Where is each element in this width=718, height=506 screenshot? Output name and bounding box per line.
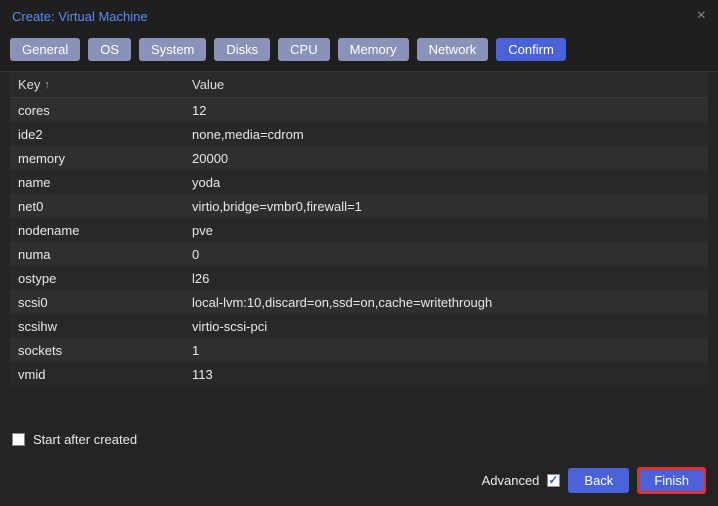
tab-cpu[interactable]: CPU — [278, 38, 329, 61]
row-key: memory — [10, 151, 184, 166]
tab-disks[interactable]: Disks — [214, 38, 270, 61]
tab-network[interactable]: Network — [417, 38, 489, 61]
table-row[interactable]: net0virtio,bridge=vmbr0,firewall=1 — [10, 194, 708, 218]
table-header[interactable]: Key ↑ Value — [10, 72, 708, 98]
row-value: local-lvm:10,discard=on,ssd=on,cache=wri… — [184, 295, 492, 310]
row-value: 12 — [184, 103, 206, 118]
tab-confirm[interactable]: Confirm — [496, 38, 566, 61]
tab-os[interactable]: OS — [88, 38, 131, 61]
summary-table: Key ↑ Value cores12ide2none,media=cdromm… — [0, 72, 718, 386]
advanced-label: Advanced — [482, 473, 540, 488]
titlebar: Create: Virtual Machine × — [0, 0, 718, 30]
table-body: cores12ide2none,media=cdrommemory20000na… — [10, 98, 708, 386]
table-row[interactable]: cores12 — [10, 98, 708, 122]
sort-asc-icon: ↑ — [44, 79, 50, 91]
col-value[interactable]: Value — [184, 77, 224, 92]
row-key: scsihw — [10, 319, 184, 334]
row-value: yoda — [184, 175, 220, 190]
table-row[interactable]: vmid113 — [10, 362, 708, 386]
table-row[interactable]: ide2none,media=cdrom — [10, 122, 708, 146]
table-row[interactable]: memory20000 — [10, 146, 708, 170]
row-key: net0 — [10, 199, 184, 214]
tab-system[interactable]: System — [139, 38, 206, 61]
start-after-row: Start after created — [0, 422, 718, 457]
start-after-checkbox[interactable] — [12, 433, 25, 446]
create-vm-dialog: Create: Virtual Machine × General OS Syste… — [0, 0, 718, 506]
row-key: ide2 — [10, 127, 184, 142]
row-key: sockets — [10, 343, 184, 358]
tab-memory[interactable]: Memory — [338, 38, 409, 61]
close-icon[interactable]: × — [697, 8, 706, 24]
row-value: virtio-scsi-pci — [184, 319, 267, 334]
table-row[interactable]: sockets1 — [10, 338, 708, 362]
advanced-checkbox[interactable] — [547, 474, 560, 487]
table-row[interactable]: ostypel26 — [10, 266, 708, 290]
wizard-tabs: General OS System Disks CPU Memory Network Conf… — [0, 30, 718, 72]
row-value: 113 — [184, 367, 213, 382]
row-key: ostype — [10, 271, 184, 286]
table-row[interactable]: scsi0local-lvm:10,discard=on,ssd=on,cach… — [10, 290, 708, 314]
row-value: pve — [184, 223, 213, 238]
spacer — [0, 386, 718, 422]
col-key-label: Key — [18, 77, 40, 92]
row-value: virtio,bridge=vmbr0,firewall=1 — [184, 199, 362, 214]
row-key: cores — [10, 103, 184, 118]
row-key: vmid — [10, 367, 184, 382]
dialog-title: Create: Virtual Machine — [12, 9, 148, 24]
start-after-label: Start after created — [33, 432, 137, 447]
col-key[interactable]: Key ↑ — [10, 77, 184, 92]
back-button[interactable]: Back — [568, 468, 629, 493]
row-value: l26 — [184, 271, 209, 286]
footer: Advanced Back Finish — [0, 457, 718, 506]
row-key: name — [10, 175, 184, 190]
row-value: 20000 — [184, 151, 228, 166]
row-key: numa — [10, 247, 184, 262]
row-value: 0 — [184, 247, 199, 262]
table-row[interactable]: scsihwvirtio-scsi-pci — [10, 314, 708, 338]
row-key: nodename — [10, 223, 184, 238]
finish-button[interactable]: Finish — [637, 467, 706, 494]
tab-general[interactable]: General — [10, 38, 80, 61]
table-row[interactable]: numa0 — [10, 242, 708, 266]
row-key: scsi0 — [10, 295, 184, 310]
row-value: none,media=cdrom — [184, 127, 304, 142]
table-row[interactable]: nodenamepve — [10, 218, 708, 242]
col-value-label: Value — [192, 77, 224, 92]
table-row[interactable]: nameyoda — [10, 170, 708, 194]
row-value: 1 — [184, 343, 199, 358]
